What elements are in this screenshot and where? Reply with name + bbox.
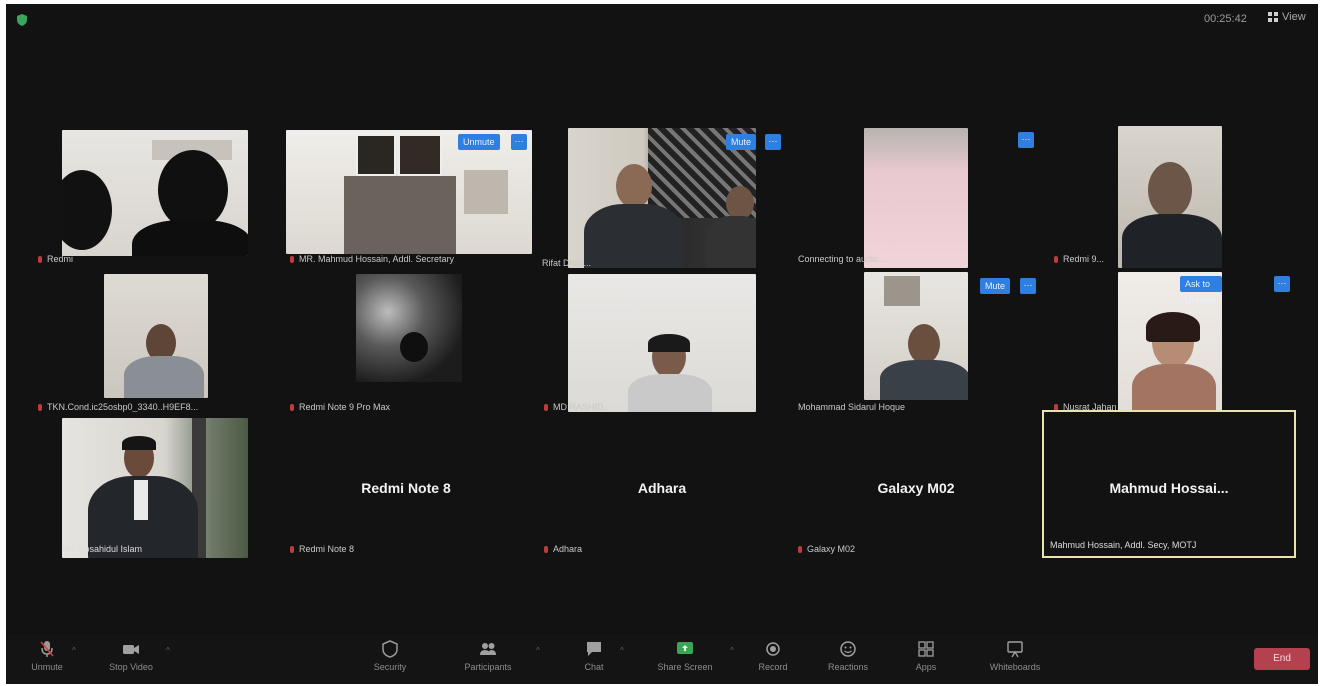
muted-mic-icon <box>38 256 42 263</box>
security-label: Security <box>373 662 407 672</box>
video-feed <box>62 130 248 256</box>
chevron-up-icon[interactable]: ^ <box>620 646 624 655</box>
more-options-button[interactable]: ··· <box>1020 278 1036 294</box>
stop-video-button[interactable]: Stop Video <box>98 640 164 672</box>
more-options-button[interactable]: ··· <box>1018 132 1034 148</box>
share-screen-icon <box>676 640 694 658</box>
mute-button[interactable]: Mute <box>980 278 1011 294</box>
muted-mic-icon <box>290 404 294 411</box>
apps-label: Apps <box>915 662 937 672</box>
security-button[interactable]: Security <box>362 640 418 672</box>
stop-video-label: Stop Video <box>109 662 153 672</box>
participant-display-name: Galaxy M02 <box>877 480 955 496</box>
share-screen-button[interactable]: Share Screen <box>644 640 726 672</box>
participant-name: Mahmud Hossain, Addl. Secy, MOTJ <box>1050 540 1197 550</box>
view-label: View <box>1282 11 1306 23</box>
active-speaker-tile[interactable]: Mahmud Hossai... Mahmud Hossain, Addl. S… <box>1042 410 1296 558</box>
apps-icon <box>917 640 935 658</box>
participant-name: Redmi Note 9 Pro Max <box>290 402 490 412</box>
video-feed <box>1118 126 1222 268</box>
meeting-window: 00:25:42 View Redmi Unmute ··· MR. Mahmu… <box>6 4 1318 684</box>
chevron-up-icon[interactable]: ^ <box>536 646 540 655</box>
muted-mic-icon <box>38 404 42 411</box>
mute-button[interactable]: Mute <box>726 134 757 150</box>
record-icon <box>764 640 782 658</box>
more-options-button[interactable]: ··· <box>765 134 781 150</box>
view-button[interactable]: View <box>1268 11 1306 23</box>
participant-name: Galaxy M02 <box>798 544 918 554</box>
participants-icon <box>479 640 497 658</box>
ask-to-unmute-button[interactable]: Ask to Unmute <box>1180 276 1222 305</box>
chevron-up-icon[interactable]: ^ <box>166 646 170 655</box>
reactions-label: Reactions <box>827 662 869 672</box>
record-button[interactable]: Record <box>750 640 796 672</box>
chat-label: Chat <box>584 662 604 672</box>
participant-name: Redmi Note 8 <box>290 544 410 554</box>
top-bar: 00:25:42 View <box>6 4 1318 34</box>
share-screen-label: Share Screen <box>657 662 713 672</box>
meeting-timer: 00:25:42 <box>1204 13 1247 25</box>
participant-name: TKN.Cond.ic25osbp0_3340..H9EF8... <box>38 402 270 412</box>
shield-icon[interactable] <box>16 14 28 26</box>
chevron-up-icon[interactable]: ^ <box>730 646 734 655</box>
unmute-label: Unmute <box>31 662 63 672</box>
more-options-button[interactable]: ··· <box>1274 276 1290 292</box>
end-meeting-button[interactable]: End <box>1254 648 1310 670</box>
video-feed <box>864 128 968 268</box>
participant-name: Adhara <box>544 544 664 554</box>
video-feed <box>864 272 968 400</box>
video-feed <box>568 274 756 412</box>
participant-name: Redmi <box>38 254 138 264</box>
video-camera-icon <box>122 640 140 658</box>
participant-display-name: Mahmud Hossai... <box>1109 480 1229 496</box>
muted-mic-icon <box>544 546 548 553</box>
muted-mic-icon <box>290 546 294 553</box>
video-feed <box>356 274 462 382</box>
whiteboards-button[interactable]: Whiteboards <box>976 640 1054 672</box>
chat-bubble-icon <box>585 640 603 658</box>
muted-mic-icon <box>544 404 548 411</box>
meeting-toolbar: Unmute ^ Stop Video ^ Security Participa… <box>6 634 1318 684</box>
participants-label: Participants <box>464 662 512 672</box>
participants-button[interactable]: Participants <box>452 640 524 672</box>
reactions-button[interactable]: Reactions <box>818 640 878 672</box>
unmute-button[interactable]: Unmute <box>458 134 500 150</box>
muted-mic-icon <box>798 546 802 553</box>
more-options-button[interactable]: ··· <box>511 134 527 150</box>
muted-microphone-icon <box>38 640 56 658</box>
whiteboards-label: Whiteboards <box>989 662 1041 672</box>
smiley-plus-icon <box>839 640 857 658</box>
participant-display-name: Redmi Note 8 <box>361 480 451 496</box>
video-feed <box>104 274 208 398</box>
whiteboard-icon <box>1006 640 1024 658</box>
chevron-up-icon[interactable]: ^ <box>72 646 76 655</box>
grid-view-icon <box>1268 12 1278 22</box>
record-label: Record <box>758 662 788 672</box>
participant-name: Md Mosahidul Islam <box>62 544 143 554</box>
participant-name: Connecting to audio... <box>798 254 886 264</box>
unmute-button[interactable]: Unmute <box>20 640 74 672</box>
participant-name: MD RASHID... <box>544 402 654 412</box>
participant-name: MR. Mahmud Hossain, Addl. Secretary <box>290 254 530 264</box>
apps-button[interactable]: Apps <box>906 640 946 672</box>
participant-name: Redmi 9... <box>1054 254 1126 264</box>
video-feed <box>62 418 248 558</box>
chat-button[interactable]: Chat <box>572 640 616 672</box>
muted-mic-icon <box>1054 256 1058 263</box>
security-shield-icon <box>381 640 399 658</box>
participant-name: Mohammad Sidarul Hoque <box>798 402 906 412</box>
muted-mic-icon <box>290 256 294 263</box>
participant-display-name: Adhara <box>637 480 687 496</box>
participant-name: Rifat Dhali... <box>542 258 592 268</box>
